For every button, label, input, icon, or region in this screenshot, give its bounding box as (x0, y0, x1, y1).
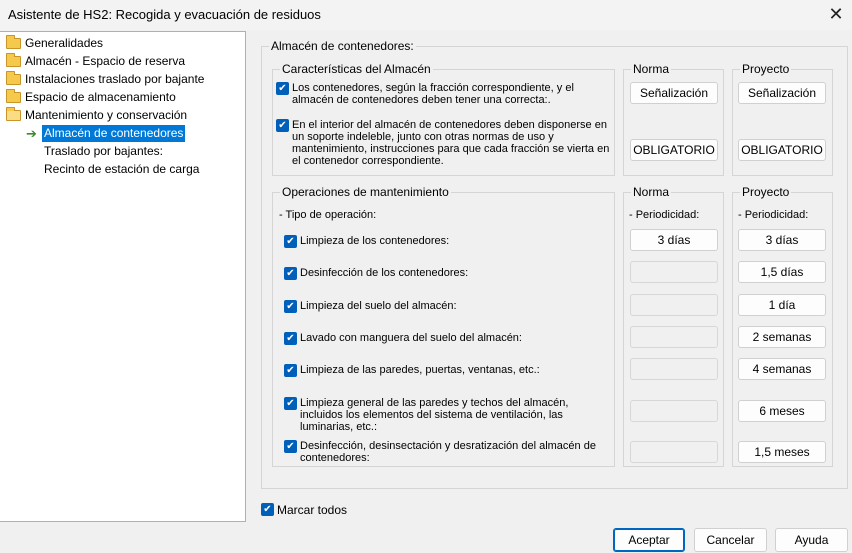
operacion-text-7: Desinfección, desinsectación y desratiza… (300, 440, 596, 464)
folder-icon (6, 35, 21, 49)
proyecto-periodicidad-3[interactable]: 1 día (738, 294, 826, 316)
marcar-todos-checkbox[interactable]: ✔ (261, 503, 274, 516)
tree-item-label: Instalaciones traslado por bajante (25, 72, 205, 86)
operacion-text-4: Lavado con manguera del suelo del almacé… (300, 332, 522, 344)
tree-item-almacen-contenedores[interactable]: ➔ Almacén de contenedores (0, 125, 240, 142)
operacion-text-3: Limpieza del suelo del almacén: (300, 300, 457, 312)
tree-item-almacen-espacio-reserva[interactable]: Almacén - Espacio de reserva (0, 53, 240, 70)
proyecto-title-1: Proyecto (740, 62, 792, 76)
tree-item-label: Traslado por bajantes: (44, 144, 163, 158)
tree-item-label: Mantenimiento y conservación (25, 108, 188, 122)
tree-item-label: Almacén de contenedores (42, 125, 186, 142)
tree-item-instalaciones-traslado[interactable]: Instalaciones traslado por bajante (0, 71, 240, 88)
tree-item-espacio-almacenamiento[interactable]: Espacio de almacenamiento (0, 89, 240, 106)
operaciones-title: Operaciones de mantenimiento (280, 185, 451, 199)
norma-title-2: Norma (631, 185, 672, 199)
norma-senalizacion-button[interactable]: Señalización (630, 82, 718, 104)
proyecto-periodicidad-2[interactable]: 1,5 días (738, 261, 826, 283)
norma-periodicidad-2[interactable] (630, 261, 718, 283)
marcar-todos-label: Marcar todos (277, 503, 348, 517)
tipo-operacion-label: - Tipo de operación: (279, 209, 377, 221)
caracteristica-text-2: En el interior del almacén de contenedor… (292, 119, 610, 167)
window-title: Asistente de HS2: Recogida y evacuación … (8, 7, 321, 22)
cancelar-button[interactable]: Cancelar (694, 528, 767, 552)
operacion-text-6: Limpieza general de las paredes y techos… (300, 397, 569, 433)
tree-item-recinto-estacion[interactable]: Recinto de estación de carga (0, 161, 240, 178)
caracteristica-text-1: Los contenedores, según la fracción corr… (292, 82, 574, 106)
norma-periodicidad-7[interactable] (630, 441, 718, 463)
caracteristicas-title: Características del Almacén (280, 62, 433, 76)
operacion-checkbox-4[interactable]: ✔ (284, 332, 297, 345)
tree-item-mantenimiento[interactable]: Mantenimiento y conservación (0, 107, 240, 124)
proyecto-periodicidad-label: - Periodicidad: (738, 209, 809, 221)
norma-periodicidad-6[interactable] (630, 400, 718, 422)
arrow-right-icon: ➔ (26, 126, 37, 141)
tree-item-label: Espacio de almacenamiento (25, 90, 176, 104)
norma-title-1: Norma (631, 62, 672, 76)
norma-periodicidad-5[interactable] (630, 358, 718, 380)
tree-item-label: Almacén - Espacio de reserva (25, 54, 186, 68)
title-bar: Asistente de HS2: Recogida y evacuación … (0, 0, 852, 30)
operacion-checkbox-6[interactable]: ✔ (284, 397, 297, 410)
proyecto-periodicidad-5[interactable]: 4 semanas (738, 358, 826, 380)
norma-periodicidad-4[interactable] (630, 326, 718, 348)
folder-open-icon (6, 107, 21, 121)
folder-icon (6, 71, 21, 85)
proyecto-periodicidad-4[interactable]: 2 semanas (738, 326, 826, 348)
proyecto-title-2: Proyecto (740, 185, 792, 199)
almacen-group-title: Almacén de contenedores: (269, 39, 416, 53)
folder-icon (6, 53, 21, 67)
tree-item-label: Recinto de estación de carga (44, 162, 200, 176)
aceptar-button[interactable]: Aceptar (613, 528, 685, 552)
operacion-checkbox-1[interactable]: ✔ (284, 235, 297, 248)
navigation-tree: Generalidades Almacén - Espacio de reser… (0, 31, 246, 522)
proyecto-periodicidad-6[interactable]: 6 meses (738, 400, 826, 422)
operacion-checkbox-3[interactable]: ✔ (284, 300, 297, 313)
operacion-text-1: Limpieza de los contenedores: (300, 235, 450, 247)
norma-periodicidad-1[interactable]: 3 días (630, 229, 718, 251)
tree-item-generalidades[interactable]: Generalidades (0, 35, 240, 52)
tree-item-label: Generalidades (25, 36, 104, 50)
norma-obligatorio-button[interactable]: OBLIGATORIO (630, 139, 718, 161)
operacion-text-5: Limpieza de las paredes, puertas, ventan… (300, 364, 540, 376)
tree-item-traslado-bajantes[interactable]: Traslado por bajantes: (0, 143, 240, 160)
ayuda-button[interactable]: Ayuda (775, 528, 848, 552)
proyecto-periodicidad-7[interactable]: 1,5 meses (738, 441, 826, 463)
proyecto-obligatorio-button[interactable]: OBLIGATORIO (738, 139, 826, 161)
norma-periodicidad-3[interactable] (630, 294, 718, 316)
operacion-checkbox-2[interactable]: ✔ (284, 267, 297, 280)
caracteristica-checkbox-1[interactable]: ✔ (276, 82, 289, 95)
norma-periodicidad-label: - Periodicidad: (629, 209, 700, 221)
proyecto-senalizacion-button[interactable]: Señalización (738, 82, 826, 104)
operacion-checkbox-7[interactable]: ✔ (284, 440, 297, 453)
folder-icon (6, 89, 21, 103)
close-icon[interactable]: ✕ (828, 4, 844, 24)
caracteristica-checkbox-2[interactable]: ✔ (276, 119, 289, 132)
proyecto-periodicidad-1[interactable]: 3 días (738, 229, 826, 251)
operacion-checkbox-5[interactable]: ✔ (284, 364, 297, 377)
operacion-text-2: Desinfección de los contenedores: (300, 267, 469, 279)
